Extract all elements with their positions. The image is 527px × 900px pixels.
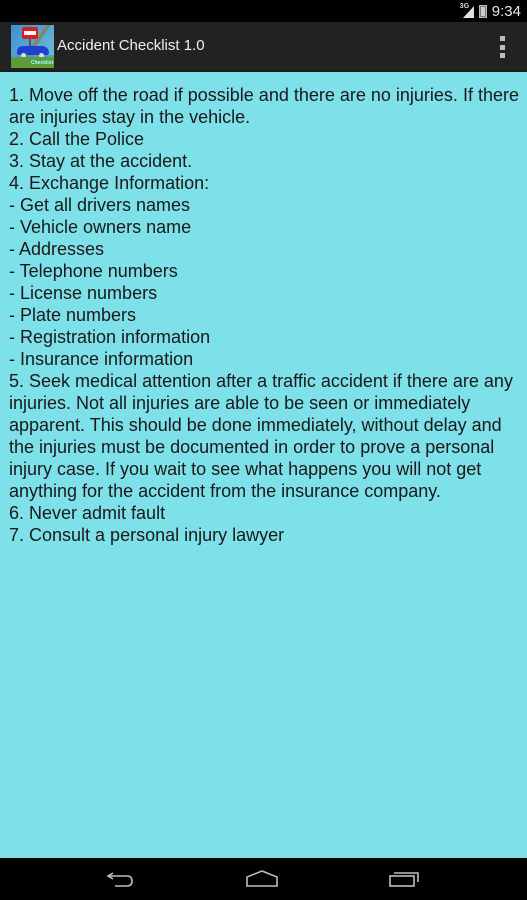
overflow-menu-button[interactable] [497,36,507,58]
overflow-menu-icon [499,36,505,41]
checklist-line: - Get all drivers names [9,195,191,215]
back-icon [106,872,133,887]
signal-3g-icon: 3G [460,3,474,18]
checklist-line: 1. Move off the road if possible and the… [9,85,519,127]
checklist-line: - Vehicle owners name [9,217,192,237]
checklist-line: - Insurance information [9,349,194,369]
home-button[interactable] [242,867,282,891]
checklist-line: - License numbers [9,283,158,303]
clock: 9:34 [491,2,521,20]
home-icon [246,870,278,887]
checklist-line: - Addresses [9,239,105,259]
accident-checklist-app-icon[interactable]: Checklist [11,25,54,68]
back-button[interactable] [100,867,140,891]
battery-charging-icon [478,4,487,18]
checklist-line: - Telephone numbers [9,261,178,281]
action-bar-divider [0,70,527,72]
checklist-line: 2. Call the Police [9,129,145,149]
checklist-line: 6. Never admit fault [9,503,166,523]
recent-apps-icon [389,872,419,887]
app-icon-label: Checklist [31,60,54,66]
app-title: Accident Checklist 1.0 [57,37,205,54]
checklist-line: 7. Consult a personal injury lawyer [9,525,285,545]
overflow-menu-icon-dot [499,53,505,58]
recent-apps-button[interactable] [384,867,424,891]
checklist-line: 4. Exchange Information: [9,173,210,193]
checklist-line: - Plate numbers [9,305,137,325]
status-icons: 3G 9:34 [460,0,521,22]
checklist-content: 1. Move off the road if possible and the… [9,84,519,546]
checklist-line: - Registration information [9,327,211,347]
action-bar: Checklist Accident Checklist 1.0 [0,22,527,70]
overflow-menu-icon-dot [499,44,505,50]
checklist-line: 5. Seek medical attention after a traffi… [9,371,513,501]
navigation-bar [0,858,527,900]
checklist-line: 3. Stay at the accident. [9,151,193,171]
status-bar: 3G 9:34 [0,0,527,22]
